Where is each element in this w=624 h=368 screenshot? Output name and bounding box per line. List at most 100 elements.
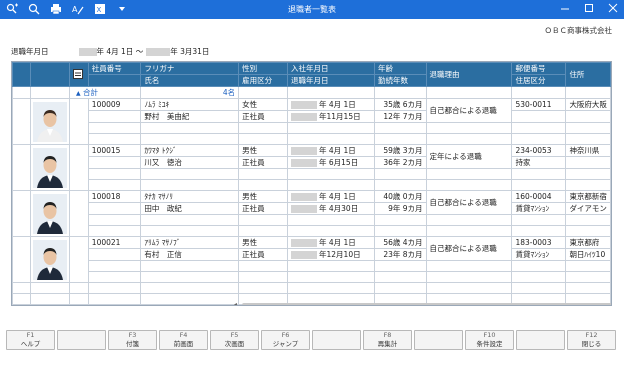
empty-cell: [425, 179, 513, 191]
empty-cell: [286, 133, 376, 145]
fkey-button[interactable]: F3 付箋: [108, 330, 157, 350]
employee-kana: ﾉﾑﾗ ﾐﾕｷ: [140, 98, 240, 111]
fkey-button[interactable]: F6 ジャンプ: [261, 330, 310, 350]
fkey-button[interactable]: [516, 330, 565, 350]
house-type: 賃貸ﾏﾝｼｮﾝ: [511, 202, 567, 215]
retire-reason: 定年による退職: [425, 144, 513, 169]
fkey-button[interactable]: F5 次画面: [210, 330, 259, 350]
col-employee-no[interactable]: 社員番号: [87, 62, 142, 75]
header-row-1: 社員番号 フリガナ 性別 入社年月日 年齢 退職理由 郵便番号 住所: [12, 62, 611, 87]
hire-date: 年 4月 1日: [286, 98, 376, 111]
hire-date-text: 年 4月 1日: [319, 100, 356, 109]
employee-no: 100015: [87, 144, 142, 157]
employee-row-sub[interactable]: 田中 政紀 正社員 年 4月30日 9年 9カ月 賃貸ﾏﾝｼｮﾝ ダイアモン: [13, 202, 611, 215]
house-type: 持家: [511, 156, 567, 169]
summary-label: 合計: [82, 88, 98, 97]
employee-row[interactable]: 100018 ﾀﾅｶ ﾏｻﾉﾘ 男性 年 4月 1日 40歳 0カ月 自己都合による退職 1…: [12, 190, 611, 237]
empty-cell: [565, 168, 611, 180]
fkey-button[interactable]: [414, 330, 463, 350]
employee-gender: 男性: [238, 236, 288, 249]
fkey-button[interactable]: F1 ヘルプ: [6, 330, 55, 350]
employee-row[interactable]: 100009 ﾉﾑﾗ ﾐﾕｷ 女性 年 4月 1日 35歳 6カ月 自己都合による退職 53…: [12, 98, 611, 145]
employee-row[interactable]: 100021 ｱﾘﾑﾗ ﾏｻﾉﾌﾞ 男性 年 4月 1日 56歳 4カ月 自己都合による退…: [12, 236, 611, 283]
employee-gender: 男性: [238, 190, 288, 203]
fkey-label: 再集計: [377, 340, 398, 348]
col-retire-date[interactable]: 退職年月日: [286, 74, 376, 87]
col-house-type[interactable]: 住居区分: [511, 74, 567, 87]
empty-cell: [140, 133, 240, 145]
employee-age: 59歳 3カ月: [374, 144, 427, 157]
period-start: 年 4月 1日 ～: [96, 47, 144, 56]
fkey-number: F10: [483, 331, 496, 339]
empty-cell: [511, 168, 567, 180]
row-marker: [12, 98, 31, 145]
fkey-label: ヘルプ: [20, 340, 41, 348]
employee-row-sub[interactable]: 有村 正信 正社員 年12月10日 23年 8カ月 賃貸ﾏﾝｼｮﾝ 朝日ﾊｲﾂ10: [13, 248, 611, 261]
col-reason[interactable]: 退職理由: [425, 62, 513, 87]
row-marker: [12, 144, 31, 191]
masked-year: [291, 101, 317, 109]
employee-row-pad: [13, 179, 611, 191]
masked-year: [291, 193, 317, 201]
empty-cell: [238, 168, 288, 180]
empty-cell: [140, 179, 240, 191]
col-employment-type[interactable]: 雇用区分: [238, 74, 288, 87]
spacer-cell: [68, 190, 89, 237]
header-toggle[interactable]: [68, 62, 89, 87]
retiree-grid[interactable]: 社員番号 フリガナ 性別 入社年月日 年齢 退職理由 郵便番号 住所 氏名 雇用…: [11, 61, 612, 306]
col-address[interactable]: 住所: [565, 62, 611, 87]
empty-cell: [87, 179, 142, 191]
fkey-button[interactable]: F4 前画面: [159, 330, 208, 350]
retire-date-text: 年 4月30日: [319, 204, 359, 213]
employee-row-sub[interactable]: 野村 美由紀 正社員 年11月15日 12年 7カ月: [13, 110, 611, 123]
masked-year: [291, 251, 317, 259]
minimize-icon[interactable]: [560, 3, 570, 13]
retire-date: 年12月10日: [286, 248, 376, 261]
empty-cell: [140, 168, 240, 180]
fkey-label: 閉じる: [581, 340, 602, 348]
col-age[interactable]: 年齢: [374, 62, 427, 75]
fkey-button[interactable]: F10 条件設定: [465, 330, 514, 350]
col-gender[interactable]: 性別: [238, 62, 288, 75]
col-postal[interactable]: 郵便番号: [511, 62, 567, 75]
maximize-icon[interactable]: [584, 3, 594, 13]
empty-cell: [565, 225, 611, 237]
empty-cell: [374, 168, 427, 180]
empty-cell: [87, 271, 142, 283]
house-type: [511, 110, 567, 123]
close-icon[interactable]: [608, 3, 618, 13]
header-photo: [29, 62, 70, 87]
empty-cell: [425, 133, 513, 145]
fkey-button[interactable]: [57, 330, 106, 350]
empty-cell: [87, 225, 142, 237]
fkey-number: F12: [585, 331, 598, 339]
expand-icon[interactable]: [72, 68, 83, 79]
fkey-button[interactable]: F8 再集計: [363, 330, 412, 350]
employee-age: 35歳 6カ月: [374, 98, 427, 111]
empty-cell: [374, 179, 427, 191]
employee-row[interactable]: 100015 ｶﾜﾏﾀ ﾄｸｼﾞ 男性 年 4月 1日 59歳 3カ月 定年による退職 23…: [12, 144, 611, 191]
col-name[interactable]: 氏名: [140, 74, 240, 87]
employee-row-pad: [13, 214, 611, 226]
col-hire-date[interactable]: 入社年月日: [286, 62, 376, 75]
employment-type: 正社員: [238, 110, 288, 123]
employee-kana: ｱﾘﾑﾗ ﾏｻﾉﾌﾞ: [140, 236, 240, 249]
employee-age: 40歳 0カ月: [374, 190, 427, 203]
fkey-button[interactable]: F12 閉じる: [567, 330, 616, 350]
horizontal-scrollbar[interactable]: [242, 303, 611, 305]
col-furigana[interactable]: フリガナ: [140, 62, 240, 75]
retire-date: 年 6月15日: [286, 156, 376, 169]
col-tenure[interactable]: 勤続年数: [374, 74, 427, 87]
employee-gender: 男性: [238, 144, 288, 157]
scroll-left-icon[interactable]: ◂: [234, 302, 240, 306]
employee-name: 野村 美由紀: [140, 110, 240, 123]
empty-cell: [140, 271, 240, 283]
empty-cell: [286, 271, 376, 283]
employee-row-sub[interactable]: 川又 徳治 正社員 年 6月15日 36年 2カ月 持家: [13, 156, 611, 169]
empty-cell: [87, 122, 142, 134]
retire-date-text: 年11月15日: [319, 112, 361, 121]
postal-code: 234-0053: [511, 144, 567, 157]
employee-kana: ﾀﾅｶ ﾏｻﾉﾘ: [140, 190, 240, 203]
fkey-button[interactable]: [312, 330, 361, 350]
empty-cell: [425, 168, 513, 180]
